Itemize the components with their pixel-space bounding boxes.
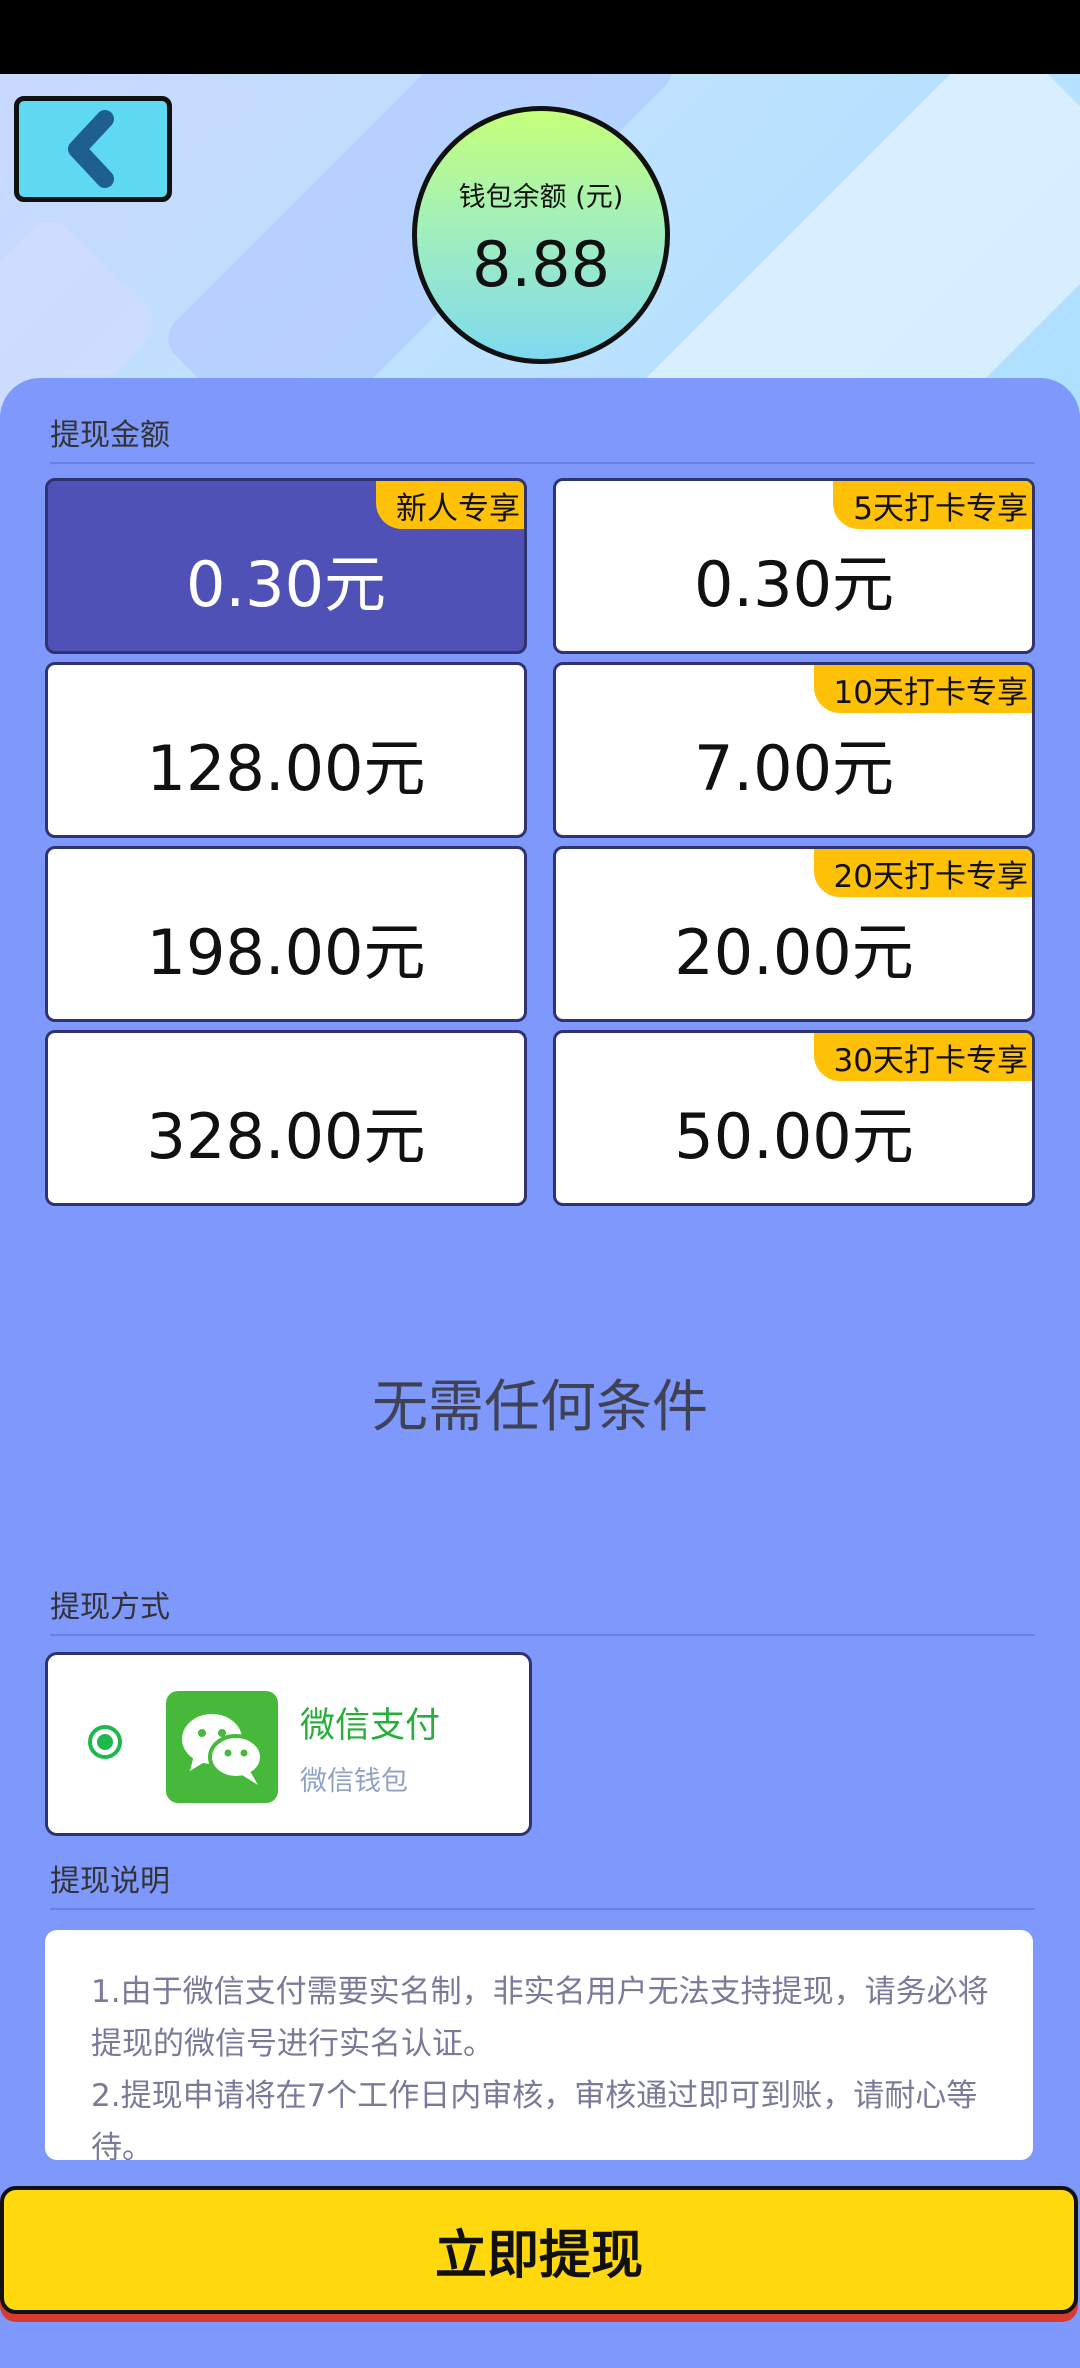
method-sub: 微信钱包 bbox=[300, 1766, 408, 1797]
note-item: 2.提现申请将在7个工作日内审核，审核通过即可到账，请耐心等待。 bbox=[91, 2078, 978, 2160]
amount-option-8[interactable]: 30天打卡专享 50.00元 bbox=[553, 1030, 1035, 1206]
method-section-title: 提现方式 bbox=[50, 1582, 1035, 1636]
amount-value: 128.00元 bbox=[146, 732, 426, 805]
balance-value: 8.88 bbox=[471, 228, 611, 301]
amount-badge: 5天打卡专享 bbox=[833, 481, 1032, 529]
notes-box[interactable]: 1.由于微信支付需要实名制，非实名用户无法支持提现，请务必将提现的微信号进行实名… bbox=[45, 1930, 1033, 2160]
amount-badge: 10天打卡专享 bbox=[813, 665, 1032, 713]
bottom-strip bbox=[0, 2324, 1080, 2340]
withdraw-button[interactable]: 立即提现 bbox=[0, 2186, 1078, 2314]
amount-badge: 20天打卡专享 bbox=[813, 849, 1032, 897]
back-button[interactable] bbox=[14, 96, 172, 202]
condition-text: 无需任何条件 bbox=[372, 1375, 708, 1440]
balance-label: 钱包余额 (元) bbox=[458, 182, 624, 213]
amount-option-4[interactable]: 10天打卡专享 7.00元 bbox=[553, 662, 1035, 838]
amount-value: 0.30元 bbox=[693, 548, 895, 621]
amount-value: 198.00元 bbox=[146, 916, 426, 989]
payment-method-wechat[interactable]: 微信支付 微信钱包 bbox=[45, 1652, 532, 1836]
amount-badge: 30天打卡专享 bbox=[813, 1033, 1032, 1081]
wallet-balance: 钱包余额 (元) 8.88 bbox=[412, 106, 670, 364]
amount-option-7[interactable]: 328.00元 bbox=[45, 1030, 527, 1206]
amount-option-1[interactable]: 新人专享 0.30元 bbox=[45, 478, 527, 654]
note-item: 1.由于微信支付需要实名制，非实名用户无法支持提现，请务必将提现的微信号进行实名… bbox=[91, 1974, 989, 2062]
amount-value: 50.00元 bbox=[674, 1100, 914, 1173]
amount-option-6[interactable]: 20天打卡专享 20.00元 bbox=[553, 846, 1035, 1022]
amount-value: 328.00元 bbox=[146, 1100, 426, 1173]
status-bar bbox=[0, 0, 1080, 74]
amount-value: 20.00元 bbox=[674, 916, 914, 989]
wechat-icon bbox=[166, 1691, 278, 1803]
notes-section-title: 提现说明 bbox=[50, 1856, 1035, 1910]
method-name: 微信支付 bbox=[300, 1706, 441, 1746]
amount-badge: 新人专享 bbox=[376, 481, 524, 529]
radio-selected-icon[interactable] bbox=[88, 1725, 122, 1759]
amount-section-title: 提现金额 bbox=[50, 410, 1035, 464]
amount-option-2[interactable]: 5天打卡专享 0.30元 bbox=[553, 478, 1035, 654]
chevron-left-icon bbox=[68, 110, 114, 188]
amount-option-5[interactable]: 198.00元 bbox=[45, 846, 527, 1022]
amount-option-3[interactable]: 128.00元 bbox=[45, 662, 527, 838]
amount-value: 7.00元 bbox=[693, 732, 895, 805]
amount-value: 0.30元 bbox=[185, 548, 387, 621]
